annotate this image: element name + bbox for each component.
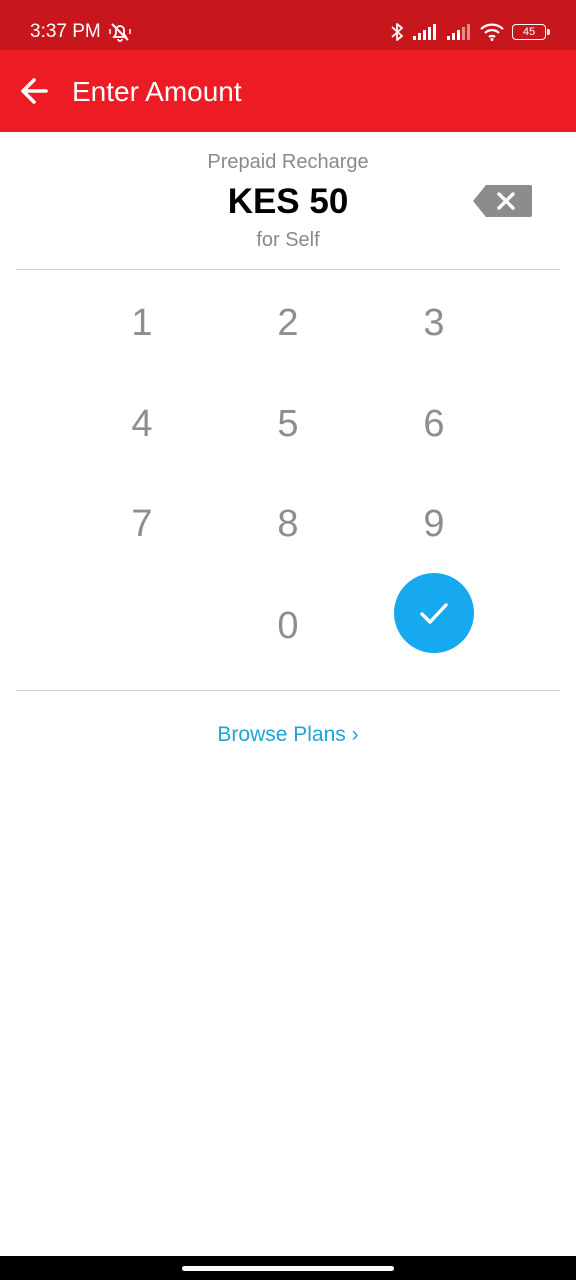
confirm-button[interactable] bbox=[394, 573, 474, 653]
key-7[interactable]: 7 bbox=[92, 484, 192, 564]
mute-icon bbox=[108, 20, 132, 44]
divider bbox=[16, 269, 560, 270]
key-5[interactable]: 5 bbox=[238, 384, 338, 464]
app-bar: Enter Amount bbox=[0, 50, 576, 132]
recharge-type-label: Prepaid Recharge bbox=[207, 151, 369, 173]
arrow-left-icon bbox=[21, 78, 48, 104]
check-icon bbox=[420, 603, 448, 624]
key-6[interactable]: 6 bbox=[384, 384, 484, 464]
key-4[interactable]: 4 bbox=[92, 384, 192, 464]
divider bbox=[16, 690, 560, 691]
key-1[interactable]: 1 bbox=[92, 283, 192, 363]
status-time: 3:37 PM bbox=[30, 21, 101, 42]
status-bar: 3:37 PM 45 bbox=[0, 0, 576, 50]
key-8[interactable]: 8 bbox=[238, 484, 338, 564]
back-button[interactable] bbox=[16, 72, 54, 110]
browse-plans-link[interactable]: Browse Plans › bbox=[0, 723, 576, 747]
page-title: Enter Amount bbox=[72, 76, 242, 107]
status-icons: 45 bbox=[390, 18, 550, 46]
signal-icon bbox=[446, 23, 472, 41]
key-3[interactable]: 3 bbox=[384, 283, 484, 363]
key-0[interactable]: 0 bbox=[238, 586, 338, 666]
backspace-icon bbox=[473, 185, 532, 217]
key-2[interactable]: 2 bbox=[238, 283, 338, 363]
key-9[interactable]: 9 bbox=[384, 484, 484, 564]
home-gesture-handle[interactable] bbox=[182, 1266, 394, 1271]
signal-icon bbox=[412, 23, 438, 41]
system-nav-bar bbox=[0, 1256, 576, 1280]
recipient-label: for Self bbox=[256, 229, 320, 251]
bluetooth-icon bbox=[390, 22, 404, 42]
battery-icon: 45 bbox=[512, 24, 550, 40]
backspace-button[interactable] bbox=[472, 184, 532, 218]
wifi-icon bbox=[480, 23, 504, 41]
